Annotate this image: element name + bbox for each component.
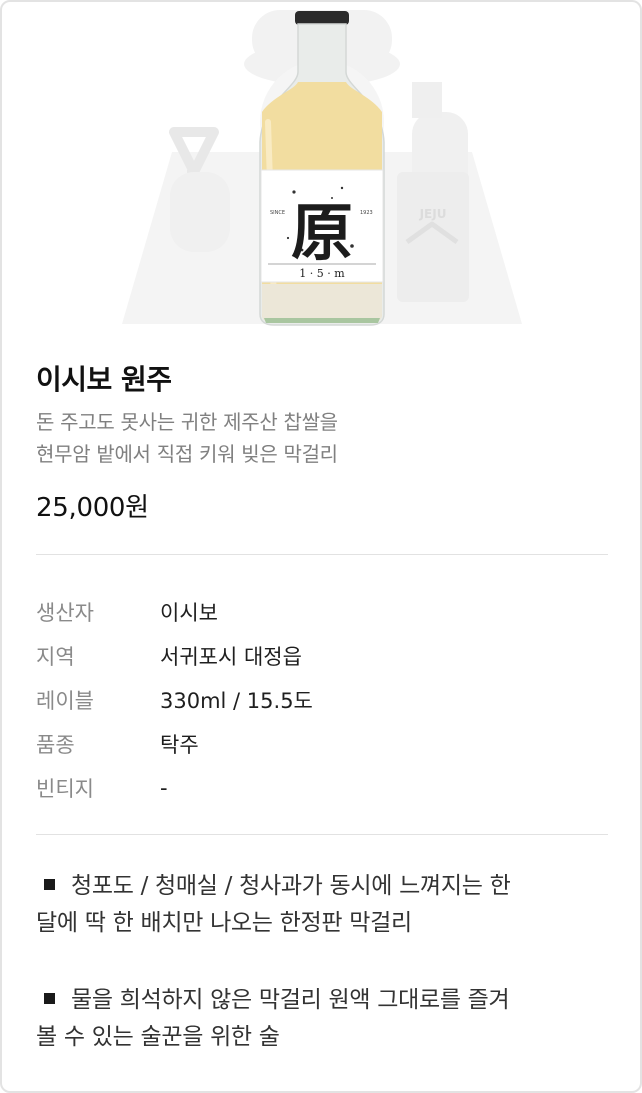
divider bbox=[36, 834, 608, 835]
square-bullet-icon bbox=[44, 993, 55, 1004]
spec-value: 330ml / 15.5도 bbox=[160, 689, 313, 713]
watermark-badge-text: JEJU bbox=[419, 207, 447, 221]
feature-line: 물을 희석하지 않은 막걸리 원액 그대로를 즐겨 bbox=[36, 982, 606, 1019]
product-description: 돈 주고도 못사는 귀한 제주산 찹쌀을 현무암 밭에서 직접 키워 빚은 막걸… bbox=[36, 406, 596, 470]
product-price: 25,000원 bbox=[36, 493, 149, 523]
product-image: JEJU 原 SINCE 1923 1 · 5 · m bbox=[2, 2, 640, 338]
label-year: 1923 bbox=[360, 210, 373, 216]
spec-table: 생산자 이시보 지역 서귀포시 대정읍 레이블 330ml / 15.5도 품종… bbox=[36, 590, 596, 810]
feature-line: 청포도 / 청매실 / 청사과가 동시에 느껴지는 한 bbox=[36, 868, 606, 905]
spec-label: 지역 bbox=[36, 645, 75, 669]
label-footer: 1 · 5 · m bbox=[299, 267, 345, 280]
label-since: SINCE bbox=[270, 210, 285, 216]
feature-line: 볼 수 있는 술꾼을 위한 술 bbox=[36, 1024, 280, 1050]
spec-row-producer: 생산자 이시보 bbox=[36, 590, 596, 634]
spec-value: 이시보 bbox=[160, 601, 218, 625]
feature-item: 물을 희석하지 않은 막걸리 원액 그대로를 즐겨 볼 수 있는 술꾼을 위한 … bbox=[36, 982, 606, 1056]
square-bullet-icon bbox=[44, 879, 55, 890]
spec-label: 품종 bbox=[36, 733, 75, 757]
description-line: 돈 주고도 못사는 귀한 제주산 찹쌀을 bbox=[36, 410, 338, 434]
description-line: 현무암 밭에서 직접 키워 빚은 막걸리 bbox=[36, 442, 338, 466]
spec-row-region: 지역 서귀포시 대정읍 bbox=[36, 634, 596, 678]
feature-line: 달에 딱 한 배치만 나오는 한정판 막걸리 bbox=[36, 910, 412, 936]
spec-label: 레이블 bbox=[36, 689, 94, 713]
product-name: 이시보 원주 bbox=[36, 363, 172, 396]
spec-row-label: 레이블 330ml / 15.5도 bbox=[36, 678, 596, 722]
product-card[interactable]: JEJU 原 SINCE 1923 1 · 5 · m 이시보 원주 돈 주고도… bbox=[0, 0, 642, 1093]
divider bbox=[36, 554, 608, 555]
spec-value: 서귀포시 대정읍 bbox=[160, 645, 302, 669]
spec-row-variety: 품종 탁주 bbox=[36, 722, 596, 766]
label-logo: 原 bbox=[291, 196, 353, 269]
spec-label: 생산자 bbox=[36, 601, 94, 625]
spec-label: 빈티지 bbox=[36, 777, 94, 801]
spec-value: - bbox=[160, 776, 168, 800]
feature-item: 청포도 / 청매실 / 청사과가 동시에 느껴지는 한 달에 딱 한 배치만 나… bbox=[36, 868, 606, 942]
spec-row-vintage: 빈티지 - bbox=[36, 766, 596, 810]
spec-value: 탁주 bbox=[160, 733, 199, 757]
